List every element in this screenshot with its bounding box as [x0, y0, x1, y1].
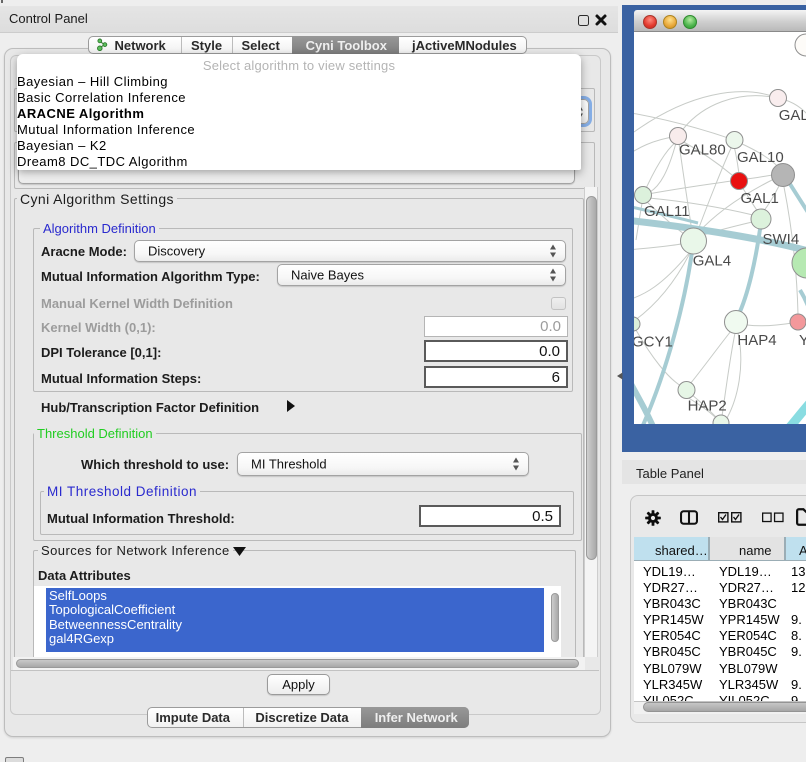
svg-text:GAL7: GAL7 [779, 107, 806, 124]
svg-text:GAL1: GAL1 [741, 190, 779, 207]
svg-text:GAL4: GAL4 [693, 253, 731, 270]
svg-text:GAL11: GAL11 [644, 203, 690, 220]
svg-text:GCY1: GCY1 [634, 334, 673, 351]
svg-text:SWI4: SWI4 [763, 231, 800, 248]
svg-text:GAL10: GAL10 [737, 149, 784, 166]
svg-text:HAP2: HAP2 [688, 398, 727, 415]
svg-text:GAL80: GAL80 [679, 142, 726, 159]
svg-text:YJ: YJ [799, 332, 806, 349]
svg-text:HAP4: HAP4 [737, 332, 776, 349]
